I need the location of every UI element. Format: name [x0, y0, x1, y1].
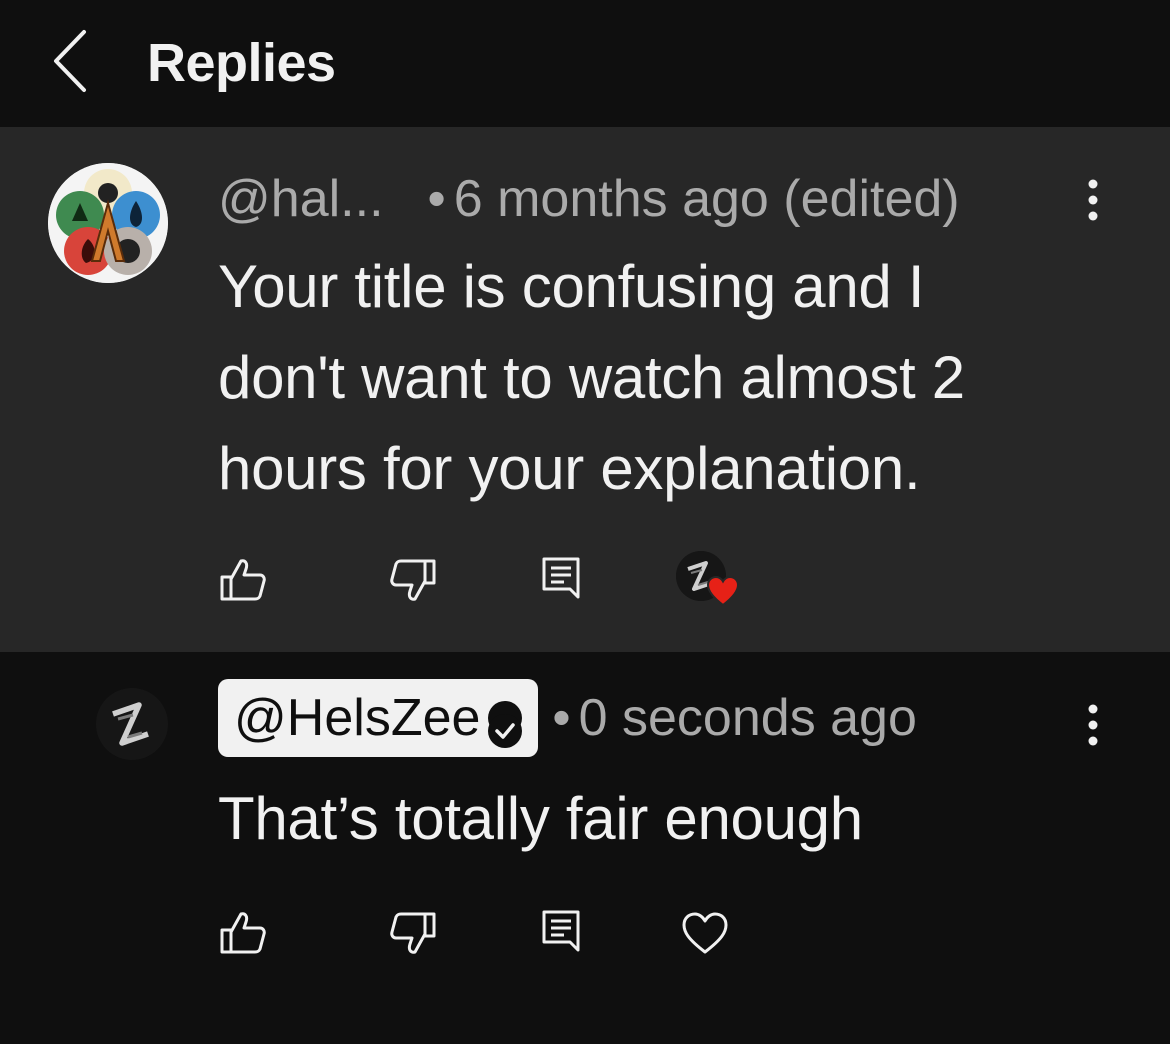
- reply-comment: @HelsZee • 0 seconds ago That’s totally …: [0, 652, 1170, 1044]
- like-button[interactable]: [218, 555, 268, 605]
- comment-menu-button[interactable]: [1078, 171, 1108, 231]
- thumbs-up-icon: [220, 559, 266, 601]
- heart-button[interactable]: [680, 908, 730, 958]
- comment-author-handle[interactable]: @hal...: [218, 169, 384, 229]
- like-button[interactable]: [218, 908, 268, 958]
- heart-icon: [682, 912, 728, 954]
- back-button[interactable]: [46, 28, 96, 94]
- helszee-logo-icon: [96, 688, 168, 760]
- thumbs-up-icon: [220, 912, 266, 954]
- page-title: Replies: [147, 33, 336, 93]
- comment-line: don't want to watch almost 2: [218, 344, 965, 411]
- kebab-menu-icon: [1088, 704, 1098, 746]
- verified-check-icon: [488, 701, 523, 748]
- comment-line: Your title is confusing and I: [218, 253, 925, 320]
- comment-timestamp: 6 months ago (edited): [453, 170, 960, 228]
- creator-heart-badge[interactable]: [676, 551, 746, 611]
- comment-meta: @hal... • 6 months ago (edited): [218, 169, 960, 229]
- comment-line: hours for your explanation.: [218, 435, 921, 502]
- comment-body: Your title is confusing and I don't want…: [218, 241, 1098, 514]
- reply-comment-icon: [542, 910, 580, 952]
- reply-menu-button[interactable]: [1078, 696, 1108, 756]
- kebab-menu-icon: [1088, 179, 1098, 221]
- reply-button[interactable]: [538, 555, 588, 605]
- meta-separator: •: [427, 170, 446, 228]
- thumbs-down-icon: [390, 559, 436, 601]
- dislike-button[interactable]: [388, 555, 438, 605]
- comment-actions: [218, 551, 818, 615]
- avatar[interactable]: [96, 688, 168, 760]
- reply-body: That’s totally fair enough: [218, 785, 863, 852]
- dislike-button[interactable]: [388, 908, 438, 958]
- reply-author-handle: @HelsZee: [234, 689, 481, 747]
- meta-separator: •: [552, 689, 571, 747]
- parent-comment: @hal... • 6 months ago (edited) Your tit…: [0, 127, 1170, 652]
- reply-meta: @HelsZee • 0 seconds ago: [218, 679, 917, 757]
- creator-handle-chip[interactable]: @HelsZee: [218, 679, 539, 757]
- replies-screen: Replies @hal... • 6 months ago (edited) …: [0, 0, 1170, 1044]
- thumbs-down-icon: [390, 912, 436, 954]
- mtg-mana-symbols-avatar-icon: [48, 163, 168, 283]
- heart-icon: [706, 575, 740, 607]
- reply-timestamp: 0 seconds ago: [578, 689, 917, 747]
- reply-actions: [218, 908, 818, 968]
- reply-comment-icon: [542, 557, 580, 599]
- reply-button[interactable]: [538, 908, 588, 958]
- chevron-left-icon: [54, 30, 86, 92]
- top-bar: Replies: [0, 0, 1170, 127]
- avatar[interactable]: [48, 163, 168, 283]
